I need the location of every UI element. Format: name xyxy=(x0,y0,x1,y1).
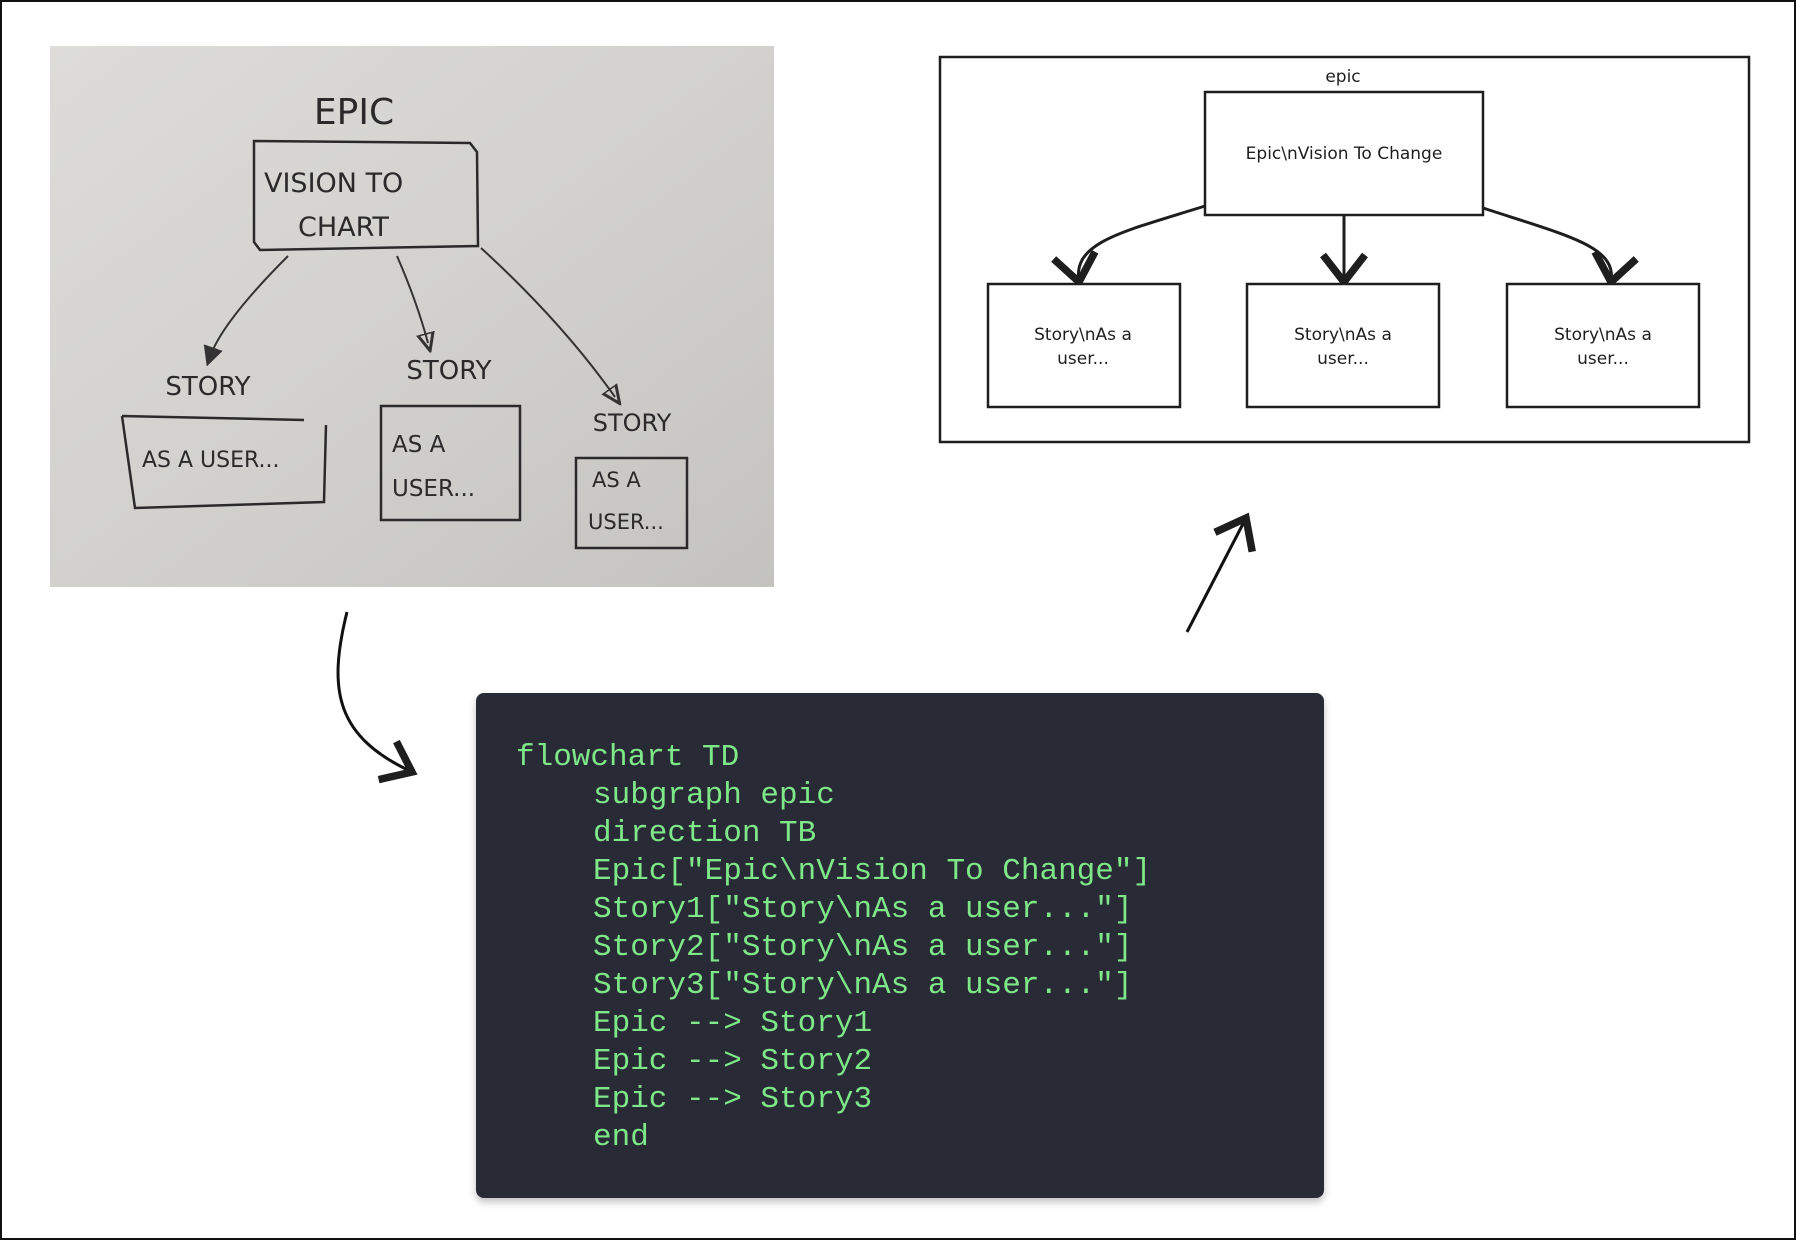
photo-story-3-line1: AS A xyxy=(592,468,641,492)
hand-sketch-photo: EPIC VISION TO CHART STORY STORY STORY A… xyxy=(50,46,774,587)
arrow-to-code-icon xyxy=(336,611,418,784)
story2-line2: user... xyxy=(1317,349,1369,369)
code-line: flowchart TD xyxy=(516,740,740,775)
subgraph-label: epic xyxy=(1325,67,1360,87)
epic-node-label: Epic\nVision To Change xyxy=(1246,144,1443,164)
code-line: direction TB xyxy=(593,816,817,851)
rendered-flowchart: epic Epic\nVision To Change Story\nAs a … xyxy=(938,55,1751,444)
photo-background xyxy=(50,46,774,587)
mermaid-code-block: flowchart TD subgraph epic direction TB … xyxy=(476,693,1324,1198)
arrow-to-diagram-icon xyxy=(1185,512,1256,633)
story1-node xyxy=(986,282,1182,409)
photo-story-2-line2: USER... xyxy=(392,476,475,502)
story3-node xyxy=(1505,282,1701,409)
photo-story-3-line2: USER... xyxy=(588,510,664,534)
photo-epic-line2: CHART xyxy=(298,212,389,243)
story3-line2: user... xyxy=(1577,349,1629,369)
code-line: Story2["Story\nAs a user..."] xyxy=(593,930,1133,965)
story2-node xyxy=(1245,282,1441,409)
code-line: Story1["Story\nAs a user..."] xyxy=(593,892,1133,927)
photo-story-label-3: STORY xyxy=(593,409,672,437)
story3-line1: Story\nAs a xyxy=(1554,325,1652,345)
photo-epic-title: EPIC xyxy=(314,92,394,133)
story1-line2: user... xyxy=(1057,349,1109,369)
code-line: end xyxy=(593,1120,649,1155)
photo-story-label-2: STORY xyxy=(406,356,491,386)
code-line: Epic --> Story3 xyxy=(593,1082,873,1117)
story1-line1: Story\nAs a xyxy=(1034,325,1132,345)
code-line: Story3["Story\nAs a user..."] xyxy=(593,968,1133,1003)
photo-story-label-1: STORY xyxy=(165,372,250,402)
photo-story-2-line1: AS A xyxy=(392,432,446,458)
story2-line1: Story\nAs a xyxy=(1294,325,1392,345)
code-line: Epic["Epic\nVision To Change"] xyxy=(593,854,1152,889)
code-line: subgraph epic xyxy=(593,778,835,813)
code-line: Epic --> Story1 xyxy=(593,1006,873,1041)
code-line: Epic --> Story2 xyxy=(593,1044,873,1079)
photo-epic-line1: VISION TO xyxy=(264,168,403,199)
photo-story-1-line1: AS A USER... xyxy=(142,448,280,473)
canvas: EPIC VISION TO CHART STORY STORY STORY A… xyxy=(0,0,1796,1240)
